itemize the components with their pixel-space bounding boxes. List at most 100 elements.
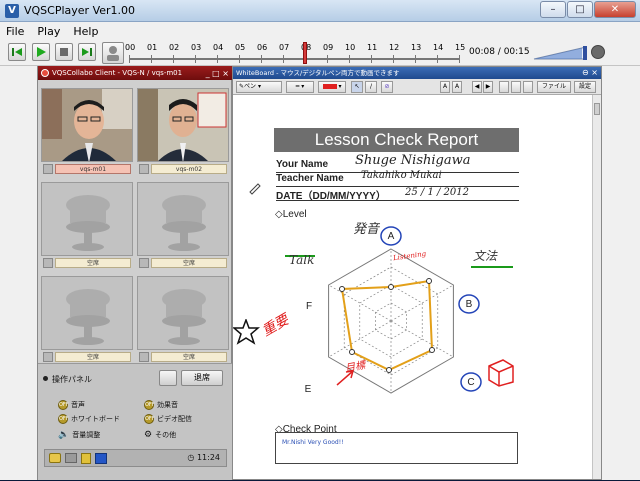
app-icon: V: [5, 4, 19, 18]
text-size-large-button[interactable]: A: [452, 81, 462, 93]
file-menu-button[interactable]: ファイル: [537, 81, 571, 93]
toolbar-button[interactable]: [499, 81, 509, 93]
participant-label: vqs-m02: [151, 164, 227, 174]
scroll-thumb[interactable]: [594, 103, 600, 115]
maximize-button[interactable]: □: [567, 1, 593, 18]
radar-score-point: [349, 349, 355, 355]
empty-seat-slot[interactable]: 空席: [137, 182, 229, 269]
color-select[interactable]: ▾: [318, 81, 346, 93]
empty-seat-slot[interactable]: 空席: [137, 276, 229, 363]
menu-file[interactable]: File: [6, 25, 24, 38]
line-width-select[interactable]: ━ ▾: [286, 81, 314, 93]
next-arrow-icon: ▶: [485, 83, 491, 90]
page-next-button[interactable]: ▶: [483, 81, 493, 93]
timeline-tick-label: 13: [411, 43, 422, 52]
whiteboard-window: WhiteBoard - マウス/デジタルペン両方で動画できます ⊖ × ✎ペン…: [232, 66, 602, 480]
radar-score-point: [339, 286, 345, 292]
volume-icon[interactable]: [591, 45, 605, 59]
timeline-tick-label: 06: [257, 43, 268, 52]
window-icon[interactable]: [95, 453, 107, 464]
close-button[interactable]: ✕: [594, 1, 636, 18]
timeline-thumb[interactable]: [303, 42, 307, 64]
participant-slot[interactable]: vqs-m02: [137, 88, 229, 175]
raise-hand-button[interactable]: [159, 370, 177, 386]
eraser-tool[interactable]: ⊘: [381, 81, 393, 93]
green-underline: [471, 266, 513, 268]
empty-chair-icon: [162, 289, 206, 345]
participant-face-image: [138, 89, 228, 161]
menu-help[interactable]: Help: [73, 25, 98, 38]
client-window-controls[interactable]: _ □ ×: [206, 67, 229, 81]
toolbar-button[interactable]: [523, 81, 533, 93]
whiteboard-toolbar: ✎ペン ▾ ━ ▾ ▾ ↖ / ⊘ A A ◀ ▶ ファイル 設定: [233, 79, 601, 95]
level-radar-chart: ABCDEF: [305, 226, 482, 395]
volume-adjust-button[interactable]: 🔈 音量調整: [58, 430, 100, 440]
radar-axis-label: C: [467, 377, 474, 388]
stop-button[interactable]: [55, 43, 73, 61]
empty-seat-slot[interactable]: 空席: [41, 182, 133, 269]
timeline-tick-label: 02: [169, 43, 180, 52]
empty-seat-video: [41, 276, 133, 350]
chat-icon[interactable]: [49, 453, 61, 463]
participant-video: [41, 88, 133, 162]
timeline-scale[interactable]: 00010203040506070809101112131415: [125, 42, 467, 64]
settings-button[interactable]: 設定: [574, 81, 596, 93]
player-toolbar: 00010203040506070809101112131415 00:08 /…: [0, 40, 640, 66]
whiteboard-window-controls[interactable]: ⊖ ×: [582, 67, 598, 79]
lock-icon[interactable]: [81, 453, 91, 464]
exit-seat-button[interactable]: 退席: [181, 370, 223, 386]
empty-seat-slot[interactable]: 空席: [41, 276, 133, 363]
menu-play[interactable]: Play: [37, 25, 60, 38]
volume-adjust-label: 音量調整: [72, 431, 101, 439]
timeline-tick-label: 00: [125, 43, 136, 52]
red-color-swatch-icon: [322, 84, 337, 89]
video-stream-toggle[interactable]: OFF ビデオ配信: [144, 414, 192, 424]
empty-seat-video: [41, 182, 133, 256]
sound-effect-toggle[interactable]: OFF 効果音: [144, 400, 178, 410]
seat-label: 空席: [151, 352, 227, 362]
audio-toggle[interactable]: OFF 音声: [58, 400, 85, 410]
speaker-icon: 🔈: [58, 430, 70, 440]
minimize-button[interactable]: –: [540, 1, 566, 18]
timeline-track[interactable]: [129, 58, 459, 60]
whiteboard-scrollbar[interactable]: [592, 95, 601, 479]
participant-slot[interactable]: vqs-m01: [41, 88, 133, 175]
radar-axis-label: F: [306, 301, 312, 312]
whiteboard-label: ホワイトボード: [71, 415, 120, 423]
seat-icon: [139, 352, 149, 362]
skip-forward-button[interactable]: [78, 43, 96, 61]
toolbar-button[interactable]: [511, 81, 521, 93]
timeline-tick-label: 04: [213, 43, 224, 52]
text-large-icon: A: [454, 83, 460, 90]
client-title: VQSCollabo Client - VQS-N / vqs-m01: [52, 69, 183, 77]
pen-select[interactable]: ✎ペン ▾: [236, 81, 282, 93]
skip-back-icon: [12, 48, 22, 56]
presenter-button[interactable]: [102, 42, 124, 64]
timeline-tick-label: 07: [279, 43, 290, 52]
text-size-small-button[interactable]: A: [440, 81, 450, 93]
volume-slider[interactable]: [532, 46, 588, 60]
empty-seat-video: [137, 276, 229, 350]
collab-client-panel: VQSCollabo Client - VQS-N / vqs-m01 _ □ …: [37, 66, 233, 480]
skip-back-button[interactable]: [8, 43, 26, 61]
seat-label: 空席: [55, 258, 131, 268]
other-settings-button[interactable]: ⚙ その他: [144, 430, 176, 440]
play-button[interactable]: [32, 43, 50, 61]
empty-chair-icon: [162, 195, 206, 251]
timeline-tick-label: 10: [345, 43, 356, 52]
audio-label: 音声: [71, 401, 85, 409]
panel-bullet-icon: [43, 376, 48, 381]
page-prev-button[interactable]: ◀: [472, 81, 482, 93]
other-settings-label: その他: [155, 431, 177, 439]
off-icon: OFF: [58, 414, 69, 424]
pencil-tool[interactable]: /: [365, 81, 377, 93]
off-icon: OFF: [58, 400, 69, 410]
whiteboard-toggle[interactable]: OFF ホワイトボード: [58, 414, 120, 424]
pointer-tool[interactable]: ↖: [351, 81, 363, 93]
timeline-tick-label: 12: [389, 43, 400, 52]
radar-score-point: [388, 284, 394, 290]
clock-icon: ◷: [187, 453, 195, 462]
network-icon[interactable]: [65, 453, 77, 463]
radar-axis-label: E: [305, 384, 312, 395]
pronunciation-annotation: 発音: [353, 222, 380, 237]
